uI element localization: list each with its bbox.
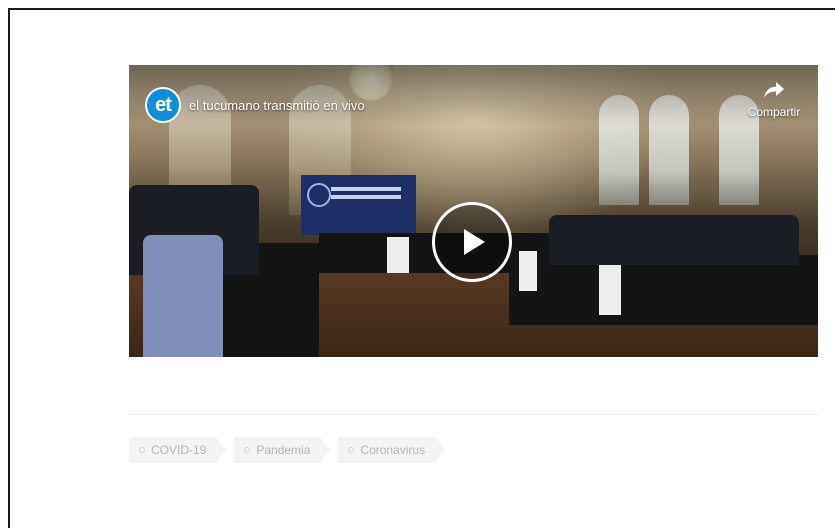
- scene-paper: [599, 261, 621, 315]
- video-title[interactable]: el tucumano transmitió en vivo: [189, 98, 365, 113]
- channel-logo[interactable]: et: [145, 87, 181, 123]
- play-icon: [464, 229, 485, 255]
- tag-label: Coronavirus: [360, 443, 426, 457]
- tag-label: Pandemia: [256, 443, 311, 457]
- tag-pandemia[interactable]: Pandemia: [234, 437, 331, 463]
- share-button[interactable]: Compartir: [740, 81, 808, 121]
- video-player[interactable]: et el tucumano transmitió en vivo Compar…: [129, 65, 818, 357]
- scene-paper: [519, 251, 537, 291]
- tag-dot-icon: [244, 447, 251, 453]
- tag-covid-19[interactable]: COVID-19: [129, 437, 227, 463]
- scene-banner-mark: [307, 183, 331, 207]
- tag-dot-icon: [348, 447, 355, 453]
- tag-label: COVID-19: [151, 443, 207, 457]
- scene-people: [143, 235, 223, 357]
- scene-people: [549, 215, 799, 265]
- play-button[interactable]: [432, 202, 512, 282]
- channel-header[interactable]: et el tucumano transmitió en vivo: [145, 87, 365, 123]
- share-arrow-icon: [764, 82, 784, 98]
- scene-banner: [301, 175, 416, 235]
- scene-paper: [387, 237, 409, 273]
- tag-dot-icon: [139, 447, 145, 453]
- tag-coronavirus[interactable]: Coronavirus: [338, 437, 445, 463]
- scene-table: [509, 255, 818, 325]
- content-divider: [129, 414, 819, 415]
- share-label: Compartir: [747, 105, 801, 119]
- scene-banner-text: [331, 187, 401, 191]
- tag-list: COVID-19 Pandemia Coronavirus: [129, 437, 445, 463]
